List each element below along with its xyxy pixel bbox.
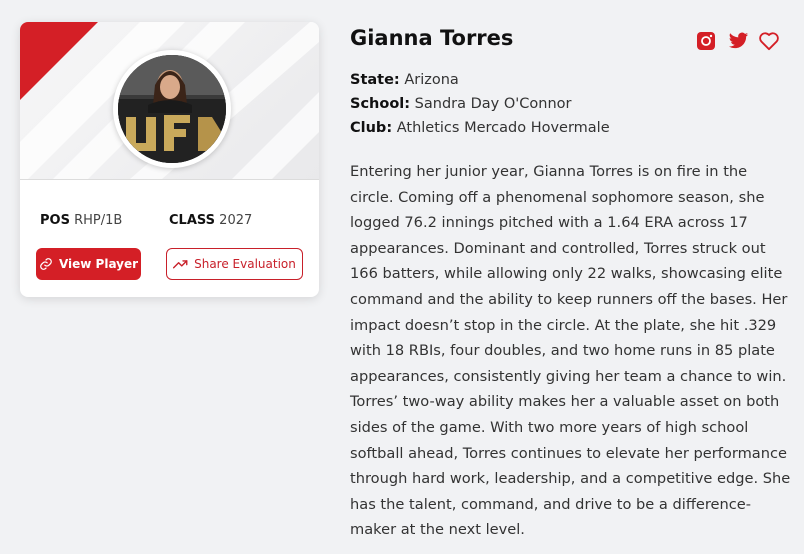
school-label: School: — [350, 96, 411, 112]
club-row: Club: Athletics Mercado Hovermale — [350, 116, 610, 140]
position-info: POS RHP/1B — [40, 213, 122, 228]
club-label: Club: — [350, 120, 393, 136]
player-card: POS RHP/1B CLASS 2027 View Player Share … — [20, 22, 319, 297]
heart-icon[interactable] — [758, 30, 780, 52]
instagram-icon[interactable] — [695, 30, 717, 52]
state-row: State: Arizona — [350, 68, 610, 92]
state-label: State: — [350, 72, 400, 88]
player-name: Gianna Torres — [350, 26, 514, 50]
avatar — [113, 50, 231, 168]
trending-up-icon — [173, 260, 188, 269]
avatar-photo — [118, 55, 226, 163]
state-value: Arizona — [404, 72, 459, 88]
club-value: Athletics Mercado Hovermale — [396, 120, 610, 136]
link-icon — [40, 258, 52, 270]
school-row: School: Sandra Day O'Connor — [350, 92, 610, 116]
twitter-icon[interactable] — [727, 30, 749, 52]
card-banner — [20, 22, 319, 180]
player-details: State: Arizona School: Sandra Day O'Conn… — [350, 68, 610, 140]
class-info: CLASS 2027 — [169, 213, 252, 228]
view-player-label: View Player — [58, 257, 139, 271]
player-bio: Entering her junior year, Gianna Torres … — [350, 163, 791, 539]
view-player-button[interactable]: View Player — [36, 248, 141, 280]
class-label: CLASS — [169, 213, 216, 228]
position-value: RHP/1B — [74, 213, 123, 228]
class-value: 2027 — [219, 213, 253, 228]
share-evaluation-button[interactable]: Share Evaluation — [166, 248, 303, 280]
share-evaluation-label: Share Evaluation — [194, 257, 296, 271]
position-label: POS — [40, 213, 70, 228]
school-value: Sandra Day O'Connor — [414, 96, 572, 112]
